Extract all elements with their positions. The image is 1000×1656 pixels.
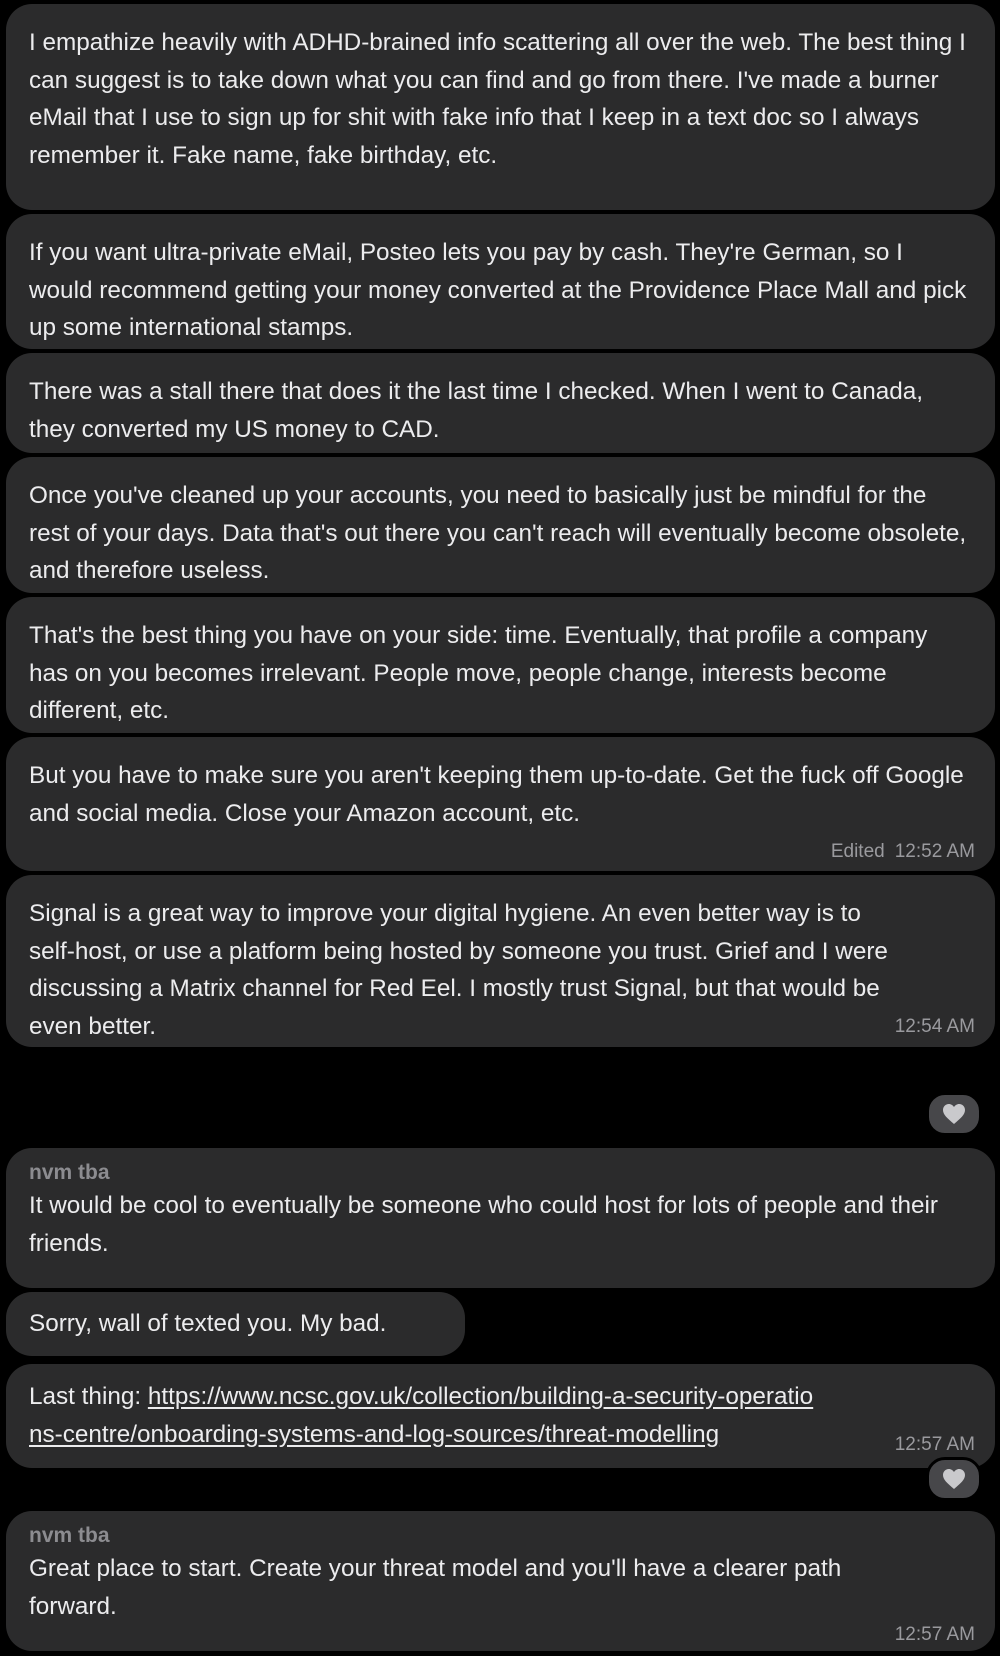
message-bubble[interactable]: That's the best thing you have on your s… (6, 597, 995, 733)
message-text: Sorry, wall of texted you. My bad. (29, 1310, 387, 1337)
message-bubble[interactable]: nvm tba It would be cool to eventually b… (6, 1148, 995, 1288)
message-link[interactable]: https://www.ncsc.gov.uk/collection/build… (148, 1383, 813, 1410)
heart-icon (943, 1104, 965, 1124)
reaction-badge[interactable] (926, 1092, 982, 1136)
message-text: Once you've cleaned up your accounts, yo… (29, 482, 967, 584)
message-bubble[interactable]: There was a stall there that does it the… (6, 353, 995, 453)
message-bubble[interactable]: nvm tba Great place to start. Create you… (6, 1511, 995, 1651)
message-text: But you have to make sure you aren't kee… (29, 762, 964, 827)
sender-name: nvm tba (29, 1524, 110, 1547)
message-bubble[interactable]: I empathize heavily with ADHD-brained in… (6, 4, 995, 210)
message-bubble[interactable]: Sorry, wall of texted you. My bad. (6, 1292, 465, 1356)
message-text: I empathize heavily with ADHD-brained in… (29, 29, 966, 169)
message-text: Signal is a great way to improve your di… (29, 900, 888, 1040)
message-bubble[interactable]: If you want ultra-private eMail, Posteo … (6, 214, 995, 349)
heart-icon (943, 1469, 965, 1489)
message-bubble[interactable]: Last thing: https://www.ncsc.gov.uk/coll… (6, 1364, 995, 1468)
message-timestamp: 12:57 AM (894, 1624, 975, 1645)
message-timestamp: 12:52 AM (894, 841, 975, 862)
edited-label: Edited (830, 841, 885, 862)
reaction-badge[interactable] (926, 1457, 982, 1501)
message-timestamp: 12:54 AM (894, 1016, 975, 1037)
message-text: It would be cool to eventually be someon… (29, 1192, 939, 1257)
message-link-continued[interactable]: ns-centre/onboarding-systems-and-log-sou… (29, 1421, 719, 1448)
message-text: Last thing: https://www.ncsc.gov.uk/coll… (29, 1378, 973, 1453)
message-bubble[interactable]: But you have to make sure you aren't kee… (6, 737, 995, 871)
message-meta: Edited 12:52 AM (831, 833, 975, 871)
message-text: If you want ultra-private eMail, Posteo … (29, 239, 967, 341)
message-bubble[interactable]: Once you've cleaned up your accounts, yo… (6, 457, 995, 593)
message-text: There was a stall there that does it the… (29, 378, 924, 443)
message-text: Great place to start. Create your threat… (29, 1555, 842, 1620)
message-text: That's the best thing you have on your s… (29, 622, 928, 724)
message-prefix: Last thing: (29, 1383, 148, 1410)
message-bubble[interactable]: Signal is a great way to improve your di… (6, 875, 995, 1047)
sender-name: nvm tba (29, 1161, 110, 1184)
